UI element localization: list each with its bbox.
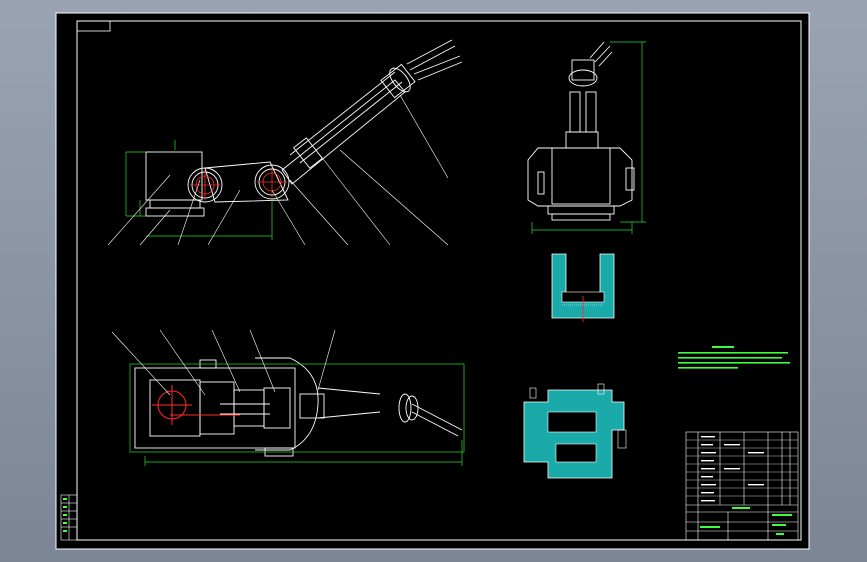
top-view-leaders — [111, 329, 336, 396]
left-side-strip — [60, 494, 78, 541]
section-a — [551, 253, 615, 322]
front-view-dimensions — [125, 140, 273, 240]
top-view-red — [152, 385, 240, 425]
technical-notes — [678, 346, 790, 369]
section-b — [523, 383, 627, 479]
title-block — [685, 431, 799, 541]
top-view — [134, 357, 463, 457]
top-left-code-box — [76, 20, 111, 32]
outer-frame — [55, 12, 810, 550]
title-block-text-marks — [701, 436, 764, 502]
right-view — [527, 41, 635, 221]
cad-drawing — [55, 12, 810, 550]
front-view — [145, 39, 463, 217]
